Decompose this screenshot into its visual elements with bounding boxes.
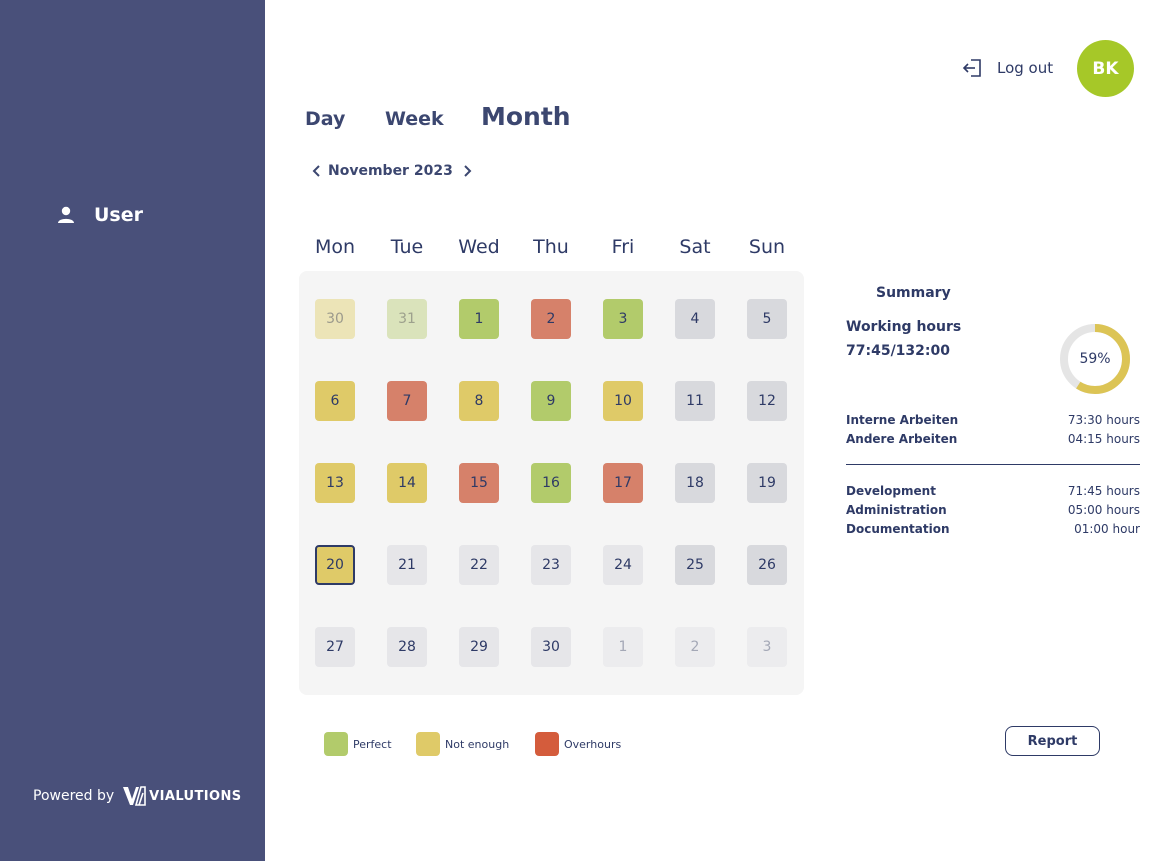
calendar-day[interactable]: 12 <box>747 381 787 421</box>
calendar-day[interactable]: 6 <box>315 381 355 421</box>
chevron-left-icon[interactable] <box>311 164 323 178</box>
logout-icon <box>962 59 981 77</box>
summary-row: Development 71:45 hours <box>846 484 1140 498</box>
calendar-day[interactable]: 18 <box>675 463 715 503</box>
calendar-day[interactable]: 30 <box>315 299 355 339</box>
calendar-day[interactable]: 4 <box>675 299 715 339</box>
weekday-header: Tue <box>390 236 424 258</box>
powered-by: Powered by VIALUTIONS <box>33 785 242 807</box>
month-label: November 2023 <box>328 163 453 179</box>
sidebar: User Powered by VIALUTIONS <box>0 0 265 861</box>
summary-row: Interne Arbeiten 73:30 hours <box>846 413 1140 427</box>
calendar-day[interactable]: 16 <box>531 463 571 503</box>
calendar-day[interactable]: 17 <box>603 463 643 503</box>
sidebar-item-label: User <box>94 204 143 226</box>
weekday-header: Sat <box>679 236 711 258</box>
legend-swatch-not-enough <box>416 732 440 756</box>
tab-month[interactable]: Month <box>481 102 571 131</box>
calendar-day[interactable]: 9 <box>531 381 571 421</box>
calendar-day[interactable]: 20 <box>315 545 355 585</box>
powered-by-text: Powered by <box>33 788 115 804</box>
calendar-day[interactable]: 21 <box>387 545 427 585</box>
tab-day[interactable]: Day <box>305 108 345 130</box>
summary-row: Administration 05:00 hours <box>846 503 1140 517</box>
weekday-header: Wed <box>458 236 500 258</box>
calendar-day[interactable]: 1 <box>459 299 499 339</box>
calendar-day[interactable]: 8 <box>459 381 499 421</box>
avatar[interactable]: BK <box>1077 40 1134 97</box>
legend-swatch-overhours <box>535 732 559 756</box>
month-navigation: November 2023 <box>311 163 473 179</box>
calendar-day[interactable]: 14 <box>387 463 427 503</box>
sidebar-item-user[interactable]: User <box>56 204 143 226</box>
vialutions-logo-icon <box>123 786 146 806</box>
calendar-grid: 30 31 1 2 3 4 5 6 7 8 9 10 11 12 13 14 15 16 17 18 19 20 21 22 2… <box>299 271 804 695</box>
chevron-right-icon[interactable] <box>461 164 473 178</box>
summary-row-label: Development <box>846 484 936 498</box>
calendar-day[interactable]: 30 <box>531 627 571 667</box>
working-hours-value: 77:45/132:00 <box>846 343 950 359</box>
summary-row-value: 73:30 hours <box>1067 413 1140 427</box>
calendar-day[interactable]: 29 <box>459 627 499 667</box>
logout-button[interactable]: Log out <box>961 57 1053 79</box>
summary-row-label: Interne Arbeiten <box>846 413 959 427</box>
calendar-day[interactable]: 25 <box>675 545 715 585</box>
calendar-day[interactable]: 13 <box>315 463 355 503</box>
user-icon <box>58 206 74 223</box>
calendar-day[interactable]: 11 <box>675 381 715 421</box>
calendar-day[interactable]: 2 <box>531 299 571 339</box>
summary-row-label: Andere Arbeiten <box>846 432 958 446</box>
summary-row-label: Documentation <box>846 522 950 536</box>
calendar-day[interactable]: 1 <box>603 627 643 667</box>
logout-label: Log out <box>997 59 1054 77</box>
summary-row-value: 04:15 hours <box>1067 432 1140 446</box>
calendar-day[interactable]: 5 <box>747 299 787 339</box>
weekday-header: Fri <box>611 236 635 258</box>
calendar-day[interactable]: 3 <box>603 299 643 339</box>
weekday-header: Sun <box>748 236 786 258</box>
calendar-day[interactable]: 23 <box>531 545 571 585</box>
working-hours-label: Working hours <box>846 319 962 335</box>
summary-title: Summary <box>876 285 951 301</box>
calendar-day[interactable]: 2 <box>675 627 715 667</box>
progress-percent: 59% <box>1079 351 1111 367</box>
calendar-day[interactable]: 3 <box>747 627 787 667</box>
calendar-day[interactable]: 7 <box>387 381 427 421</box>
vialutions-logo-text: VIALUTIONS <box>149 788 242 804</box>
calendar-day[interactable]: 10 <box>603 381 643 421</box>
calendar-day[interactable]: 28 <box>387 627 427 667</box>
tab-week[interactable]: Week <box>385 108 444 130</box>
summary-row: Documentation 01:00 hour <box>846 522 1140 536</box>
report-button[interactable]: Report <box>1005 726 1100 756</box>
calendar-day[interactable]: 22 <box>459 545 499 585</box>
summary-row-value: 01:00 hour <box>1074 522 1140 536</box>
calendar-day[interactable]: 15 <box>459 463 499 503</box>
legend-label-not-enough: Not enough <box>445 738 510 751</box>
summary-row-value: 71:45 hours <box>1067 484 1140 498</box>
calendar-day[interactable]: 19 <box>747 463 787 503</box>
legend-label-overhours: Overhours <box>564 738 622 751</box>
calendar-day[interactable]: 26 <box>747 545 787 585</box>
legend-label-perfect: Perfect <box>353 738 392 751</box>
summary-row: Andere Arbeiten 04:15 hours <box>846 432 1140 446</box>
calendar-day[interactable]: 31 <box>387 299 427 339</box>
calendar-day[interactable]: 27 <box>315 627 355 667</box>
weekday-header: Thu <box>533 236 569 258</box>
summary-row-label: Administration <box>846 503 947 517</box>
summary-row-value: 05:00 hours <box>1067 503 1140 517</box>
summary-divider <box>846 464 1140 465</box>
weekday-header: Mon <box>314 236 356 258</box>
legend-swatch-perfect <box>324 732 348 756</box>
calendar-day[interactable]: 24 <box>603 545 643 585</box>
